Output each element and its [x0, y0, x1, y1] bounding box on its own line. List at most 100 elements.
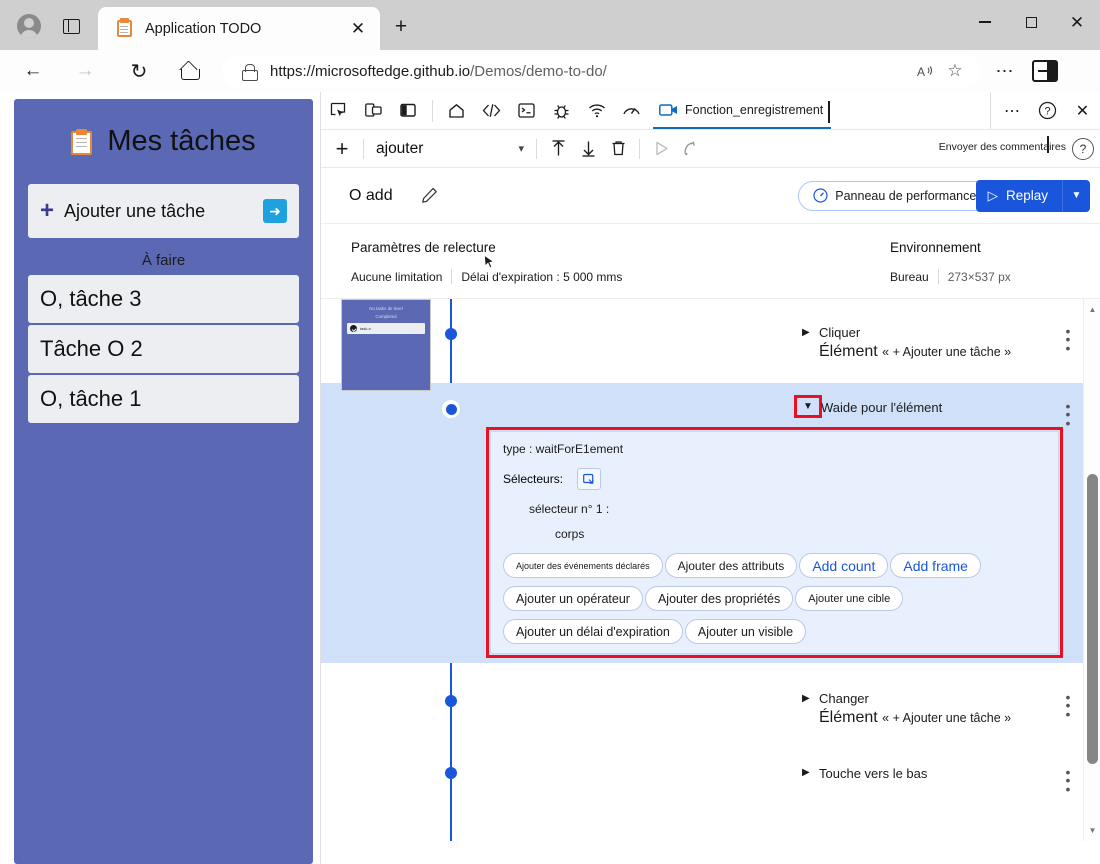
- step-subtitle-value: « + Ajouter une tâche »: [882, 711, 1011, 725]
- copy-selector-icon[interactable]: [577, 468, 601, 490]
- replay-button[interactable]: ▷ Replay: [976, 180, 1062, 212]
- favorite-star-icon[interactable]: ☆: [940, 56, 970, 86]
- chip-add-count[interactable]: Add count: [799, 553, 888, 578]
- reload-button[interactable]: ↻: [122, 54, 156, 88]
- window-maximize-button[interactable]: [1008, 0, 1054, 44]
- dock-side-icon[interactable]: [391, 93, 426, 129]
- devtools-top-actions: ⋯ ? ✕: [990, 92, 1100, 129]
- device-emulation-icon[interactable]: [356, 93, 391, 129]
- chevron-down-icon: ▾: [518, 142, 524, 155]
- chip-add-attributes[interactable]: Ajouter des attributs: [665, 553, 798, 578]
- browser-tab[interactable]: Application TODO ✕: [98, 7, 380, 50]
- chip-add-visible[interactable]: Ajouter un visible: [685, 619, 806, 644]
- elements-icon[interactable]: [474, 93, 509, 129]
- timeout-value[interactable]: Délai d'expiration : 5 000 mms: [452, 270, 622, 284]
- list-item[interactable]: O, tâche 3: [28, 275, 299, 323]
- step-menu-icon[interactable]: •••: [1058, 693, 1078, 718]
- clipboard-icon: [71, 129, 93, 155]
- tab-strip: Application TODO ✕ + ✕: [0, 0, 1100, 50]
- scroll-up-icon[interactable]: ▲: [1084, 301, 1100, 318]
- tab-close-icon[interactable]: ✕: [346, 17, 370, 41]
- sidebar-icon[interactable]: [1032, 60, 1058, 82]
- recording-selector[interactable]: ajouter ▾: [370, 140, 530, 158]
- forward-button[interactable]: →: [68, 54, 102, 88]
- gauge-icon: [813, 188, 828, 203]
- list-item[interactable]: O, tâche 1: [28, 375, 299, 423]
- export-icon[interactable]: [573, 134, 603, 164]
- submit-arrow-icon[interactable]: ➜: [263, 199, 287, 223]
- chip-add-timeout[interactable]: Ajouter un délai d'expiration: [503, 619, 683, 644]
- inspect-element-icon[interactable]: [321, 93, 356, 129]
- environment-title: Environnement: [890, 240, 1090, 255]
- new-recording-button[interactable]: +: [327, 134, 357, 164]
- step-expander-icon[interactable]: ▶: [802, 693, 810, 704]
- environment-values: Bureau 273×537 px: [890, 269, 1090, 284]
- selector-value[interactable]: corps: [555, 527, 1046, 541]
- step-expander-icon[interactable]: ▶: [802, 327, 810, 338]
- url-path: /Demos/demo-to-do/: [470, 63, 607, 80]
- recording-selector-value: ajouter: [376, 140, 518, 158]
- play-icon[interactable]: [646, 134, 676, 164]
- replay-icon[interactable]: [676, 134, 706, 164]
- svg-text:A: A: [917, 65, 925, 79]
- step-expander-icon[interactable]: ▼: [803, 401, 813, 412]
- browser-settings-icon[interactable]: ⋯: [988, 55, 1022, 87]
- chip-add-operator[interactable]: Ajouter un opérateur: [503, 586, 643, 611]
- tab-search-button[interactable]: [56, 13, 86, 39]
- address-bar[interactable]: https://microsoftedge.github.io/Demos/de…: [222, 55, 980, 87]
- window-close-button[interactable]: ✕: [1054, 0, 1100, 44]
- step-menu-icon[interactable]: •••: [1058, 768, 1078, 793]
- device-value: Bureau: [890, 270, 938, 284]
- devtools-close-icon[interactable]: ✕: [1065, 93, 1100, 129]
- todo-app: Mes tâches + Ajouter une tâche ➜ À faire…: [14, 99, 313, 864]
- chip-add-target[interactable]: Ajouter une cible: [795, 586, 903, 611]
- import-icon[interactable]: [543, 134, 573, 164]
- step-menu-icon[interactable]: •••: [1058, 327, 1078, 352]
- timeline-node-active: [442, 400, 460, 418]
- devtools-more-icon[interactable]: ⋯: [995, 93, 1030, 129]
- home-icon: [181, 64, 198, 79]
- list-item[interactable]: Tâche O 2: [28, 325, 299, 373]
- replay-settings-values: Aucune limitation Délai d'expiration : 5…: [351, 269, 890, 284]
- home-icon[interactable]: [439, 93, 474, 129]
- performance-icon[interactable]: [614, 93, 649, 129]
- step-menu-icon[interactable]: •••: [1058, 402, 1078, 427]
- console-icon[interactable]: [509, 93, 544, 129]
- trash-icon[interactable]: [603, 134, 633, 164]
- read-aloud-icon[interactable]: A: [910, 56, 940, 86]
- step-screenshot-thumbnail: Nu tasks de level Completed task-n: [341, 299, 431, 391]
- new-tab-button[interactable]: +: [388, 14, 414, 40]
- timeline-node: [445, 695, 457, 707]
- tab-fonction-enregistrement[interactable]: Fonction_enregistrement: [653, 92, 831, 129]
- navigation-bar: ← → ↻ https://microsoftedge.github.io/De…: [0, 50, 1100, 92]
- profile-button[interactable]: [12, 12, 46, 40]
- replay-settings-row: Paramètres de relecture Aucune limitatio…: [321, 224, 1100, 299]
- chip-add-declared-events[interactable]: Ajouter des événements déclarés: [503, 553, 663, 578]
- replay-options-button[interactable]: ▼: [1062, 180, 1090, 212]
- step-subtitle-value: « + Ajouter une tâche »: [882, 345, 1011, 359]
- scrollbar-thumb[interactable]: [1087, 474, 1098, 764]
- page-title: Mes tâches: [107, 125, 255, 158]
- scroll-down-icon[interactable]: ▼: [1084, 822, 1100, 839]
- step-expander-icon[interactable]: ▶: [802, 767, 810, 778]
- steps-scrollbar[interactable]: ▲ ▼: [1083, 299, 1100, 841]
- replay-settings-title: Paramètres de relecture: [351, 240, 890, 255]
- devtools-help-icon[interactable]: ?: [1030, 93, 1065, 129]
- pencil-icon[interactable]: [413, 181, 447, 211]
- recorder-camera-icon: [659, 103, 678, 117]
- network-icon[interactable]: [579, 93, 614, 129]
- window-minimize-button[interactable]: [962, 0, 1008, 44]
- sources-debugger-icon[interactable]: [544, 93, 579, 129]
- chip-add-frame[interactable]: Add frame: [890, 553, 981, 578]
- avatar: [17, 14, 41, 38]
- tab-title: Application TODO: [145, 21, 346, 37]
- home-button[interactable]: [172, 54, 206, 88]
- back-button[interactable]: ←: [16, 54, 50, 88]
- todo-header: Mes tâches: [28, 125, 299, 158]
- chip-add-properties[interactable]: Ajouter des propriétés: [645, 586, 793, 611]
- add-task-placeholder: Ajouter une tâche: [64, 201, 263, 222]
- add-task-input-row[interactable]: + Ajouter une tâche ➜: [28, 184, 299, 238]
- throttling-value[interactable]: Aucune limitation: [351, 270, 451, 284]
- recorder-help-icon[interactable]: ?: [1072, 138, 1094, 160]
- performance-panel-button[interactable]: Panneau de performances: [798, 181, 997, 211]
